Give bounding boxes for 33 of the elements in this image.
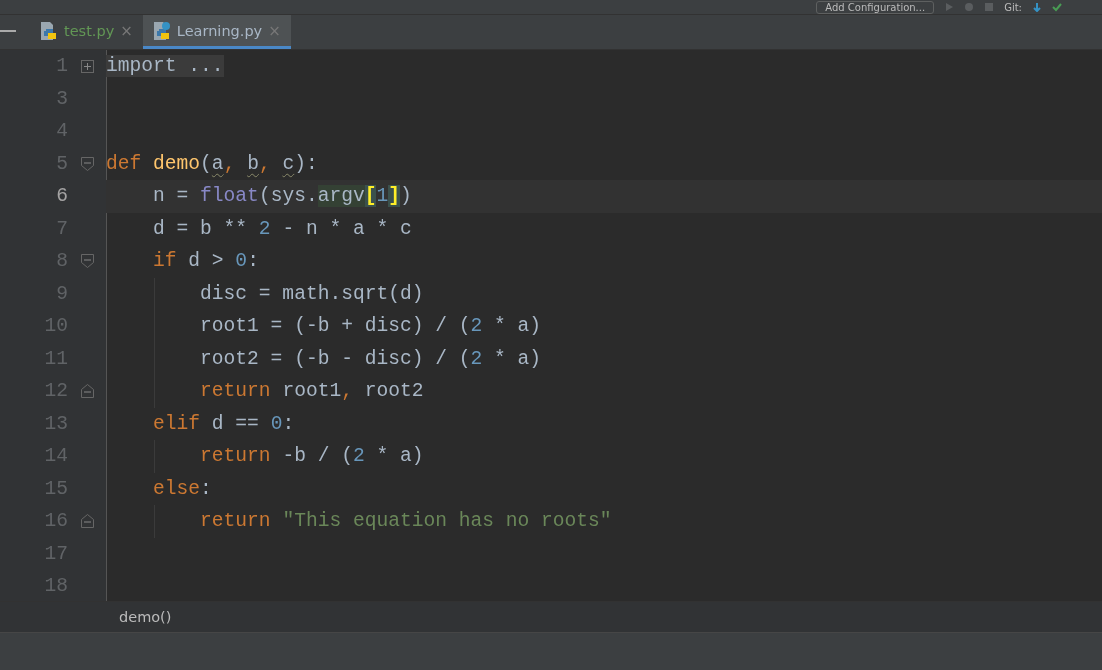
code-line: n = float(sys.argv[1]) <box>152 185 412 208</box>
stop-icon[interactable] <box>984 2 995 12</box>
python-file-icon <box>152 20 171 41</box>
breadcrumb-item[interactable]: demo() <box>119 609 172 625</box>
update-icon[interactable] <box>1032 2 1042 12</box>
code-line: root1 = (-b + disc) / (2 * a) <box>199 315 542 338</box>
minimize-icon[interactable] <box>0 30 16 34</box>
line-number: 6 <box>55 185 69 208</box>
commit-icon[interactable] <box>1052 2 1062 12</box>
code-line: root2 = (-b - disc) / (2 * a) <box>199 347 542 370</box>
debug-icon[interactable] <box>964 2 975 12</box>
add-configuration-button[interactable]: Add Configuration... <box>816 0 935 14</box>
collapse-fold-icon[interactable] <box>80 156 94 171</box>
code-line: return root1, root2 <box>199 380 424 403</box>
code-line: elif d == 0: <box>152 412 295 435</box>
expand-fold-icon[interactable] <box>80 59 94 73</box>
run-icon[interactable] <box>944 2 955 12</box>
code-line: return -b / (2 * a) <box>199 445 424 468</box>
editor-tab[interactable]: Learning.py × <box>142 15 291 49</box>
fold-end-icon[interactable] <box>80 384 94 399</box>
python-file-icon <box>40 20 58 41</box>
code-line: disc = math.sqrt(d) <box>199 282 424 305</box>
close-icon[interactable]: × <box>120 21 133 40</box>
code-line: if d > 0: <box>152 250 259 273</box>
code-line: d = b ** 2 - n * a * c <box>152 217 412 240</box>
vcs-label: Git: <box>1004 1 1022 13</box>
fold-end-icon[interactable] <box>80 514 94 529</box>
code-line: return "This equation has no roots" <box>199 510 612 533</box>
collapse-fold-icon[interactable] <box>80 254 94 269</box>
code-editor[interactable] <box>0 50 1102 601</box>
editor-tab[interactable]: test.py × <box>30 15 143 49</box>
code-line: def demo(a, b, c): <box>106 152 318 175</box>
code-line: else: <box>152 477 212 500</box>
